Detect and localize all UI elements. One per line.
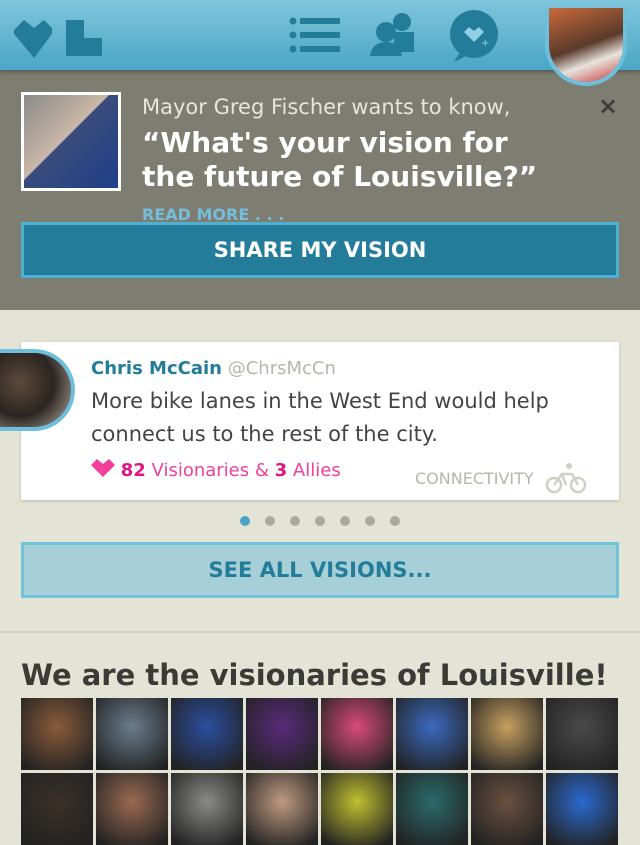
people-icon[interactable] xyxy=(368,10,422,58)
vision-author: Chris McCain @ChrsMcCn xyxy=(91,358,336,379)
visionary-photo[interactable] xyxy=(171,698,243,770)
amp: & xyxy=(254,460,269,481)
allies-label: Allies xyxy=(292,460,341,481)
visionary-photo[interactable] xyxy=(546,698,618,770)
visionary-photo[interactable] xyxy=(96,773,168,845)
visionaries-grid xyxy=(21,698,621,845)
visionary-photo[interactable] xyxy=(471,698,543,770)
question-text: “What's your vision for the future of Lo… xyxy=(142,126,538,193)
visionary-photo[interactable] xyxy=(546,773,618,845)
page-dot[interactable] xyxy=(340,516,350,526)
visionary-photo[interactable] xyxy=(396,773,468,845)
category-label: CONNECTIVITY xyxy=(415,469,534,488)
share-vision-button[interactable]: SHARE MY VISION xyxy=(21,222,619,278)
visionary-photo[interactable] xyxy=(171,773,243,845)
visionary-photo[interactable] xyxy=(96,698,168,770)
author-handle[interactable]: @ChrsMcCn xyxy=(228,358,336,379)
mayor-photo xyxy=(21,92,121,191)
page-dot[interactable] xyxy=(265,516,275,526)
svg-text:+: + xyxy=(481,38,489,49)
page-dot[interactable] xyxy=(290,516,300,526)
page-dot[interactable] xyxy=(365,516,375,526)
pagination-dots xyxy=(240,516,400,526)
vision-text: More bike lanes in the West End would he… xyxy=(91,389,549,446)
heart-icon xyxy=(91,459,115,477)
visionary-photo[interactable] xyxy=(396,698,468,770)
page-dot[interactable] xyxy=(240,516,250,526)
visionaries-heading: We are the visionaries of Louisville! xyxy=(21,658,608,692)
allies-count: 3 xyxy=(274,460,288,481)
visionaries-label: Visionaries xyxy=(151,460,250,481)
author-name[interactable]: Chris McCain xyxy=(91,358,222,379)
visionary-photo[interactable] xyxy=(321,773,393,845)
banner-intro: Mayor Greg Fischer wants to know, xyxy=(142,95,511,119)
vision-category[interactable]: CONNECTIVITY xyxy=(415,462,587,494)
chat-heart-icon[interactable]: + xyxy=(448,8,500,64)
visionary-photo[interactable] xyxy=(471,773,543,845)
vision-stats[interactable]: 82 Visionaries & 3 Allies xyxy=(91,459,341,481)
visionary-photo[interactable] xyxy=(246,698,318,770)
see-all-visions-button[interactable]: SEE ALL VISIONS... xyxy=(21,542,619,598)
visionary-photo[interactable] xyxy=(21,773,93,845)
logo-icon[interactable] xyxy=(14,16,104,58)
visionary-photo[interactable] xyxy=(321,698,393,770)
divider xyxy=(0,631,640,633)
visionary-photo[interactable] xyxy=(21,698,93,770)
page-dot[interactable] xyxy=(315,516,325,526)
close-icon[interactable]: × xyxy=(598,92,618,120)
list-icon[interactable] xyxy=(288,16,342,56)
page-dot[interactable] xyxy=(390,516,400,526)
visionary-photo[interactable] xyxy=(246,773,318,845)
top-nav: + xyxy=(0,0,640,86)
visionaries-count: 82 xyxy=(120,460,146,481)
bicycle-icon xyxy=(545,463,587,494)
banner-question: “What's your vision for the future of Lo… xyxy=(142,126,542,232)
